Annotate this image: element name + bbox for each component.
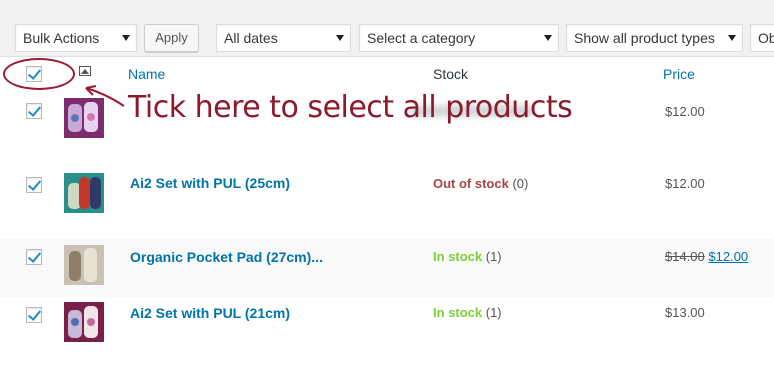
regular-price: $14.00 [665, 249, 705, 264]
chevron-down-icon [122, 35, 130, 41]
product-thumbnail[interactable] [64, 173, 104, 213]
product-image [64, 173, 104, 213]
table-row: Ai2 Set with PUL (25cm) Out of stock (0)… [0, 165, 774, 239]
product-name-link[interactable]: Ai2 Set with PUL (25cm) [130, 175, 290, 191]
row-checkbox[interactable] [26, 307, 42, 323]
bulk-actions-select[interactable]: Bulk Actions [15, 24, 137, 52]
row-checkbox[interactable] [26, 177, 42, 193]
stock-status-label: In stock [433, 249, 483, 264]
row-checkbox[interactable] [26, 103, 42, 119]
checkmark-icon [27, 177, 42, 191]
product-name-link[interactable]: Ai2 Set with PUL (21cm) [130, 305, 290, 321]
checkmark-icon [27, 249, 42, 263]
apply-button[interactable]: Apply [144, 24, 199, 52]
annotation-circle [3, 58, 75, 90]
row-checkbox[interactable] [26, 249, 42, 265]
image-column-icon [79, 66, 91, 76]
column-header-name[interactable]: Name [128, 66, 165, 82]
product-thumbnail[interactable] [64, 302, 104, 342]
bulk-actions-label: Bulk Actions [23, 30, 100, 46]
product-name-link[interactable]: Organic Pocket Pad (27cm)... [130, 249, 323, 265]
stock-status-label: Out of stock [433, 176, 509, 191]
chevron-down-icon [336, 35, 344, 41]
stock-status-label: In stock [433, 305, 483, 320]
checkmark-icon [27, 307, 42, 321]
product-types-select[interactable]: Show all product types [566, 24, 743, 52]
stock-quantity: (0) [512, 176, 529, 191]
product-thumbnail[interactable] [64, 245, 104, 285]
checkmark-icon [27, 103, 42, 117]
column-header-price[interactable]: Price [663, 66, 695, 82]
stock-status-select[interactable]: Ob [750, 24, 774, 52]
dates-label: All dates [224, 30, 278, 46]
price: $13.00 [665, 305, 705, 320]
price: $12.00 [665, 176, 705, 191]
price: $14.00 $12.00 [665, 249, 748, 264]
stock-status: In stock (1) [433, 305, 502, 320]
table-row: Ai2 Set with PUL (21cm) In stock (1) $13… [0, 297, 774, 369]
annotation-arrow-icon [85, 85, 125, 107]
stock-status: In stock (1) [433, 249, 502, 264]
category-label: Select a category [367, 30, 476, 46]
price: $12.00 [665, 104, 705, 119]
product-image [64, 302, 104, 342]
product-types-label: Show all product types [574, 30, 715, 46]
product-image [64, 245, 104, 285]
annotation-text: Tick here to select all products [128, 90, 573, 125]
stock-quantity: (1) [485, 249, 502, 264]
stock-status: Out of stock (0) [433, 176, 528, 191]
sale-price: $12.00 [708, 249, 749, 264]
filters-bar: Bulk Actions Apply All dates Select a ca… [0, 0, 774, 56]
stock-status-label: Ob [758, 30, 774, 46]
category-select[interactable]: Select a category [359, 24, 559, 52]
column-header-stock: Stock [433, 66, 469, 82]
stock-quantity: (1) [485, 305, 502, 320]
chevron-down-icon [728, 35, 736, 41]
table-row: Organic Pocket Pad (27cm)... In stock (1… [0, 239, 774, 297]
dates-select[interactable]: All dates [216, 24, 351, 52]
chevron-down-icon [544, 35, 552, 41]
